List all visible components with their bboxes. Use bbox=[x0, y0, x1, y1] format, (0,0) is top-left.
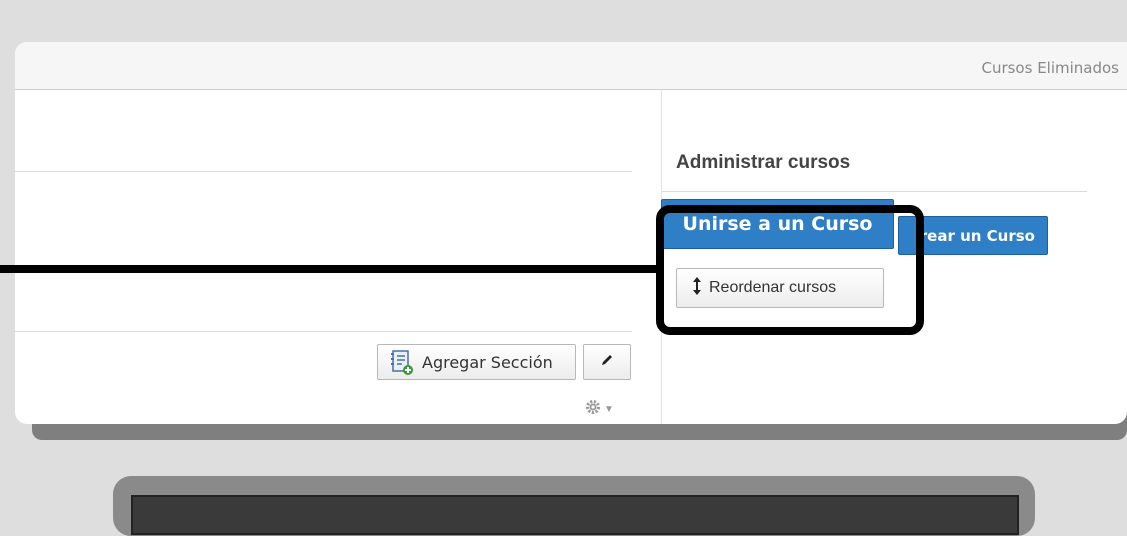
admin-divider bbox=[662, 191, 1087, 192]
section-add-icon bbox=[390, 350, 413, 375]
add-section-label: Agregar Sección bbox=[422, 352, 553, 372]
annotation-highlight-box bbox=[656, 205, 924, 335]
pencil-icon bbox=[600, 353, 614, 372]
annotation-connector-line bbox=[0, 265, 658, 273]
divider bbox=[15, 331, 632, 332]
bottom-panel-inner bbox=[131, 495, 1019, 535]
card-header: Cursos Eliminados bbox=[15, 42, 1127, 90]
deleted-courses-link[interactable]: Cursos Eliminados bbox=[981, 59, 1119, 77]
gear-icon bbox=[584, 398, 602, 421]
edit-button[interactable] bbox=[583, 344, 631, 380]
chevron-down-icon: ▼ bbox=[604, 404, 614, 415]
settings-menu[interactable]: ▼ bbox=[584, 398, 614, 421]
divider bbox=[15, 171, 632, 172]
admin-courses-title: Administrar cursos bbox=[676, 152, 851, 173]
add-section-button[interactable]: Agregar Sección bbox=[377, 344, 576, 380]
